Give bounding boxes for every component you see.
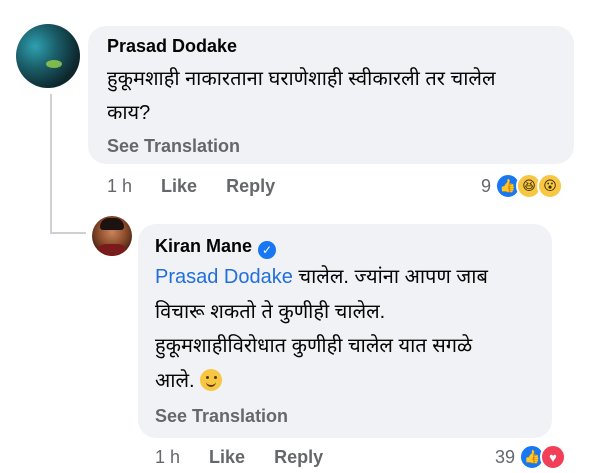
timestamp[interactable]: 1 h [107,176,132,196]
reaction-summary[interactable]: 9 👍 😆 😮 [481,173,564,199]
reply-text-line: आले. [155,364,223,398]
reply-link[interactable]: Reply [274,447,323,467]
reply-text-line: हुकूमशाहीविरोधात कुणीही चालेल यात सगळे [155,335,473,357]
mention-link[interactable]: Prasad Dodake [155,266,293,288]
like-link[interactable]: Like [209,447,245,467]
reply-author-name: Kiran Mane [155,236,253,256]
reaction-count: 9 [481,175,492,196]
avatar[interactable] [92,216,132,256]
reply-text-line: विचारू शकतो ते कुणीही चालेल. [155,301,386,323]
like-link[interactable]: Like [161,176,197,196]
comment-author[interactable]: Prasad Dodake [107,36,237,57]
reply-text-line: Prasad Dodake चालेल. ज्यांना आपण जाब [155,266,488,288]
reaction-summary[interactable]: 39 👍 ♥ [495,444,567,470]
thread-line-branch [50,232,86,234]
comment-text-line: हुकूमशाही नाकारताना घराणेशाही स्वीकारली … [107,68,496,90]
reply-link[interactable]: Reply [226,176,275,196]
smile-emoji-icon [200,369,223,391]
comment-text-line: काय? [107,102,151,124]
see-translation-link[interactable]: See Translation [107,136,240,157]
reply-author[interactable]: Kiran Mane ✓ [155,236,277,259]
reaction-count: 39 [495,446,516,467]
reply-meta: 1 h Like Reply [155,447,323,468]
comment-meta: 1 h Like Reply [107,176,275,197]
avatar[interactable] [16,24,80,88]
see-translation-link[interactable]: See Translation [155,406,288,427]
love-icon: ♥ [540,444,567,470]
verified-badge-icon: ✓ [258,241,277,259]
wow-icon: 😮 [537,173,564,199]
timestamp[interactable]: 1 h [155,447,180,467]
thread-line [50,94,52,234]
